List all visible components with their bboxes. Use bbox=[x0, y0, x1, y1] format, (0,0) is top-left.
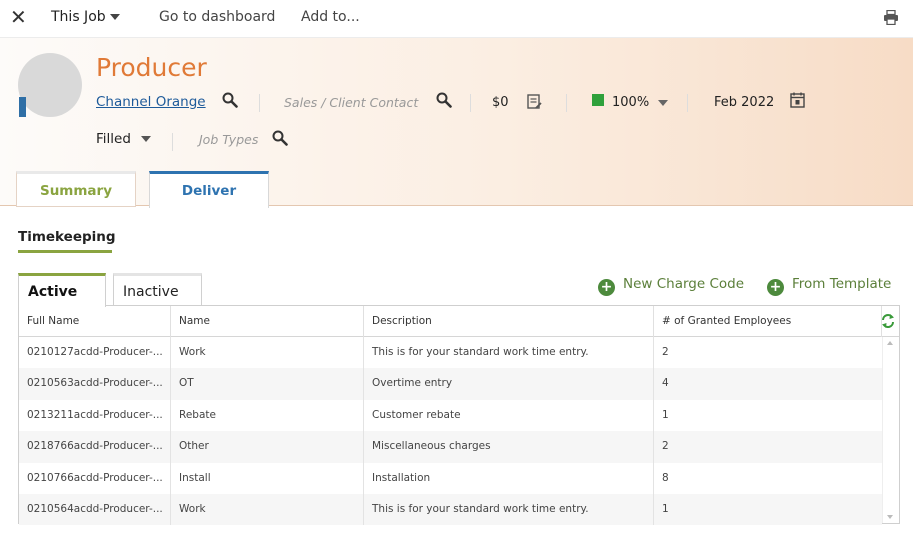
close-icon[interactable]: ✕ bbox=[10, 6, 27, 28]
column-header-description[interactable]: Description bbox=[364, 306, 654, 337]
amount-value: $0 bbox=[492, 95, 509, 110]
cell-granted-employees: 2 bbox=[662, 346, 669, 358]
add-to-link[interactable]: Add to... bbox=[301, 9, 360, 25]
cell-full-name: 0210564acdd-Producer-... bbox=[19, 494, 171, 526]
table-row[interactable]: 0210563acdd-Producer-... OT Overtime ent… bbox=[19, 368, 882, 400]
section-title: Timekeeping bbox=[18, 229, 116, 245]
this-job-menu[interactable]: This Job bbox=[51, 9, 120, 25]
column-header-name[interactable]: Name bbox=[171, 306, 364, 337]
scroll-up-icon[interactable] bbox=[887, 341, 893, 345]
calendar-icon[interactable] bbox=[790, 92, 805, 108]
status-value: Filled bbox=[96, 131, 131, 147]
cell-description: Installation bbox=[364, 462, 654, 494]
column-header-full-name[interactable]: Full Name bbox=[19, 306, 171, 337]
job-header: Producer Channel Orange Sales / Client C… bbox=[0, 38, 913, 208]
charge-code-table: Full Name Name Description # of Granted … bbox=[18, 305, 900, 526]
print-icon[interactable] bbox=[883, 10, 899, 25]
status-color-swatch bbox=[592, 94, 604, 106]
subtab-inactive[interactable]: Inactive bbox=[113, 273, 202, 306]
scroll-down-icon[interactable] bbox=[887, 515, 893, 519]
cell-full-name: 0218766acdd-Producer-... bbox=[19, 431, 171, 463]
divider bbox=[566, 94, 567, 112]
cell-name: Work bbox=[171, 494, 364, 526]
cell-granted-employees: 2 bbox=[662, 440, 669, 453]
search-icon[interactable] bbox=[222, 92, 238, 108]
table-row[interactable]: 0210564acdd-Producer-... Work This is fo… bbox=[19, 494, 882, 526]
cell-granted-employees: 1 bbox=[662, 503, 669, 515]
section-underline bbox=[18, 250, 112, 253]
cell-description: Customer rebate bbox=[364, 399, 654, 432]
refresh-icon[interactable] bbox=[881, 313, 895, 329]
plus-circle-icon: + bbox=[598, 279, 615, 296]
new-charge-code-label: New Charge Code bbox=[623, 276, 745, 292]
probability-value: 100% bbox=[612, 95, 650, 110]
cell-name: Rebate bbox=[171, 399, 364, 432]
caret-down-icon bbox=[109, 14, 120, 20]
tab-deliver[interactable]: Deliver bbox=[149, 171, 269, 208]
top-bar: ✕ This Job Go to dashboard Add to... bbox=[0, 0, 913, 38]
cell-granted-employees: 4 bbox=[662, 377, 669, 390]
cell-full-name: 0210563acdd-Producer-... bbox=[19, 368, 171, 400]
cell-name: OT bbox=[171, 368, 364, 400]
cell-full-name: 0210766acdd-Producer-... bbox=[19, 462, 171, 494]
column-header-granted-employees[interactable]: # of Granted Employees bbox=[654, 306, 882, 337]
table-row[interactable]: 0218766acdd-Producer-... Other Miscellan… bbox=[19, 431, 882, 463]
divider bbox=[470, 94, 471, 112]
from-template-button[interactable]: + From Template bbox=[767, 276, 891, 296]
cell-description: Miscellaneous charges bbox=[364, 431, 654, 463]
tab-summary[interactable]: Summary bbox=[16, 171, 136, 207]
caret-down-icon bbox=[658, 99, 669, 106]
cell-description: This is for your standard work time entr… bbox=[364, 494, 654, 526]
divider bbox=[687, 94, 688, 112]
table-row[interactable]: 0213211acdd-Producer-... Rebate Customer… bbox=[19, 399, 882, 432]
status-dropdown[interactable]: Filled bbox=[96, 131, 151, 147]
subtab-active[interactable]: Active bbox=[18, 273, 106, 307]
company-link[interactable]: Channel Orange bbox=[96, 94, 206, 110]
cell-granted-employees: 1 bbox=[662, 408, 669, 421]
divider bbox=[172, 133, 173, 151]
probability-dropdown[interactable]: 100% bbox=[612, 95, 669, 110]
go-to-dashboard-link[interactable]: Go to dashboard bbox=[159, 9, 275, 25]
cell-name: Install bbox=[171, 462, 364, 494]
divider bbox=[259, 94, 260, 112]
search-icon[interactable] bbox=[436, 92, 452, 108]
cell-description: Overtime entry bbox=[364, 368, 654, 400]
page-title: Producer bbox=[96, 53, 207, 82]
scrollbar[interactable] bbox=[882, 337, 899, 523]
avatar bbox=[18, 53, 82, 117]
cell-granted-employees: 8 bbox=[662, 471, 669, 484]
table-row[interactable]: 0210127acdd-Producer-... Work This is fo… bbox=[19, 337, 882, 369]
cell-name: Work bbox=[171, 337, 364, 369]
plus-circle-icon: + bbox=[767, 279, 784, 296]
caret-down-icon bbox=[140, 136, 151, 142]
date-value: Feb 2022 bbox=[714, 95, 775, 110]
from-template-label: From Template bbox=[792, 276, 892, 292]
edit-icon[interactable] bbox=[527, 94, 542, 110]
cell-name: Other bbox=[171, 431, 364, 463]
search-icon[interactable] bbox=[272, 130, 288, 146]
job-types-field[interactable]: Job Types bbox=[199, 132, 258, 147]
table-row[interactable]: 0210766acdd-Producer-... Install Install… bbox=[19, 462, 882, 494]
cell-full-name: 0213211acdd-Producer-... bbox=[19, 399, 171, 432]
this-job-label: This Job bbox=[51, 9, 106, 25]
avatar-status-bar bbox=[19, 97, 26, 117]
table-header: Full Name Name Description # of Granted … bbox=[19, 306, 899, 337]
cell-description: This is for your standard work time entr… bbox=[364, 337, 654, 369]
sales-contact-field[interactable]: Sales / Client Contact bbox=[284, 95, 418, 110]
new-charge-code-button[interactable]: + New Charge Code bbox=[598, 276, 744, 296]
cell-full-name: 0210127acdd-Producer-... bbox=[19, 337, 171, 369]
